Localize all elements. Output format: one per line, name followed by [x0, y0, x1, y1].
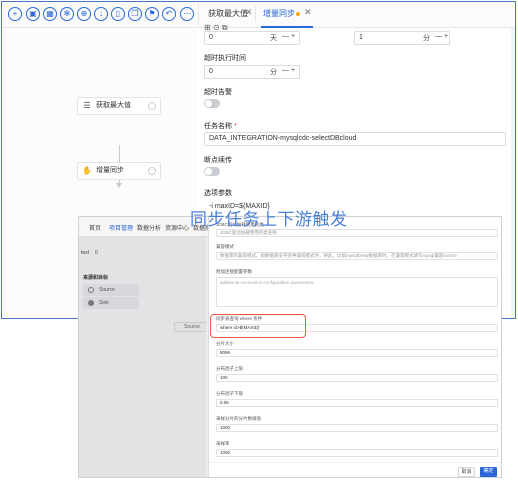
side-item-label: Sink — [99, 300, 109, 306]
factor-upper-input[interactable]: 100 — [216, 374, 498, 382]
compat-mode-input[interactable]: 数据库的兼容模式。如数据库支持多种兼容模式时，将此，比如mysqlDeep数据库… — [216, 252, 498, 260]
annotation-caption: 同步任务上下游触发 — [190, 210, 348, 230]
unit-label: 分 — [270, 69, 277, 76]
sample-threshold-label: 采样分片的分片数阈值 — [216, 416, 261, 421]
timeout-alarm-toggle[interactable] — [204, 99, 220, 108]
copy-icon[interactable]: ❐ — [128, 7, 142, 21]
stepper-plus[interactable]: + — [291, 33, 295, 40]
side-item-label: Source — [99, 287, 115, 293]
side-item-source[interactable]: Source — [83, 284, 139, 296]
timeout-alarm-label: 超时告警 — [204, 89, 232, 96]
factor-lower-label: 分布因子下限 — [216, 391, 243, 396]
unsaved-dot — [296, 12, 300, 16]
test-value: 0 — [95, 250, 98, 256]
undo-icon[interactable]: ↶ — [162, 7, 176, 21]
task-name-input[interactable]: DATA_INTEGRATION-mysqlcdc-selectDBcloud — [204, 132, 506, 146]
sync-icon: ✋ — [82, 166, 92, 175]
stepper-minus[interactable]: — — [282, 67, 289, 74]
sink-icon — [88, 300, 94, 306]
extra-params-label: 附加连接配置参数 — [216, 269, 252, 274]
dag-node-get-max[interactable]: ☰ 获取最大值 — [77, 97, 161, 115]
factor-lower-input[interactable]: 0.05 — [216, 399, 498, 407]
stepper-plus[interactable]: + — [291, 67, 295, 74]
unit-label: 天 — [270, 35, 277, 42]
nav-home[interactable]: 首页 — [89, 223, 101, 232]
split-size-label: 分片大小 — [216, 341, 234, 346]
dialog-footer: 取消 确定 — [209, 462, 501, 477]
dag-node-incremental-sync[interactable]: ✋ 增量同步 — [77, 162, 161, 180]
canvas-source-node[interactable]: Source — [174, 322, 208, 332]
toolbar: + ▣ ▦ ✻ ⊕ ↓ ▯ ❐ ⚑ ↶ ⋯ 获取最大值 ✕ 增量同步 ✕ — [2, 2, 515, 28]
grid-icon[interactable]: ▦ — [43, 7, 57, 21]
stepper-minus[interactable]: — — [282, 33, 289, 40]
confirm-button[interactable]: 确定 — [480, 467, 497, 477]
task-name-label: 任务名称 * — [204, 123, 237, 130]
delete-icon[interactable]: ▯ — [111, 7, 125, 21]
factor-upper-label: 分布因子上限 — [216, 366, 243, 371]
close-icon[interactable]: ✕ — [245, 7, 253, 18]
source-icon — [88, 287, 94, 293]
unit-label: 分 — [423, 35, 430, 42]
scrollbar[interactable] — [511, 28, 515, 318]
sample-rate-input[interactable]: 1000 — [216, 449, 498, 457]
tab-get-max[interactable]: 获取最大值 — [208, 8, 248, 19]
resume-label: 断点续传 — [204, 157, 232, 164]
pipeline-window: 首页 项目管理 数据分析 资源中心 数据质量 test 0 来源和目标 Sour… — [78, 216, 502, 478]
dag-node-label: 增量同步 — [96, 167, 124, 174]
close-icon[interactable]: ✕ — [304, 7, 312, 18]
extra-params-textarea[interactable]: additional connection configuration para… — [216, 277, 498, 307]
pipeline-sidebar: test 0 来源和目标 Source Sink Source — [79, 237, 208, 477]
section-title: 来源和目标 — [83, 275, 109, 281]
dag-node-label: 获取最大值 — [96, 102, 131, 109]
side-item-sink[interactable]: Sink — [83, 297, 139, 309]
download-icon[interactable]: ↓ — [94, 7, 108, 21]
nav-projects[interactable]: 项目管理 — [109, 223, 133, 232]
tab-incremental-sync[interactable]: 增量同步 — [263, 8, 295, 19]
add-icon[interactable]: + — [8, 7, 22, 21]
node-settings-icon[interactable] — [148, 167, 156, 175]
sample-rate-label: 采样率 — [216, 441, 230, 446]
source-config-dialog: JDBC驱动加载使用的类 JDBC驱动加载使用的类名称 兼容模式 数据库的兼容模… — [208, 217, 501, 477]
settings-icon[interactable]: ✻ — [60, 7, 74, 21]
where-highlight-box — [210, 314, 306, 338]
test-label: test — [81, 250, 90, 256]
node-settings-icon[interactable] — [148, 102, 156, 110]
format-icon[interactable]: ⚑ — [145, 7, 159, 21]
timeout-label: 超时执行时间 — [204, 55, 246, 62]
jdbc-input[interactable]: JDBC驱动加载使用的类名称 — [216, 229, 498, 237]
tab-divider — [255, 6, 256, 22]
nav-analytics[interactable]: 数据分析 — [137, 223, 161, 232]
more-icon[interactable]: ⋯ — [180, 7, 194, 21]
tab-divider — [198, 2, 199, 28]
zoom-in-icon[interactable]: ⊕ — [77, 7, 91, 21]
compat-mode-label: 兼容模式 — [216, 244, 234, 249]
cancel-button[interactable]: 取消 — [458, 467, 475, 477]
options-label: 选项参数 — [204, 190, 232, 197]
save-icon[interactable]: ▣ — [26, 7, 40, 21]
required-marker: * — [233, 123, 237, 130]
resume-toggle[interactable] — [204, 167, 220, 176]
sample-threshold-input[interactable]: 1000 — [216, 424, 498, 432]
split-size-input[interactable]: 8096 — [216, 349, 498, 357]
nav-resources[interactable]: 资源中心 — [165, 223, 189, 232]
database-icon: ☰ — [83, 101, 91, 110]
stepper-minus[interactable]: — — [435, 33, 442, 40]
stepper-plus[interactable]: + — [444, 33, 448, 40]
dag-edge-arrow — [116, 183, 122, 188]
